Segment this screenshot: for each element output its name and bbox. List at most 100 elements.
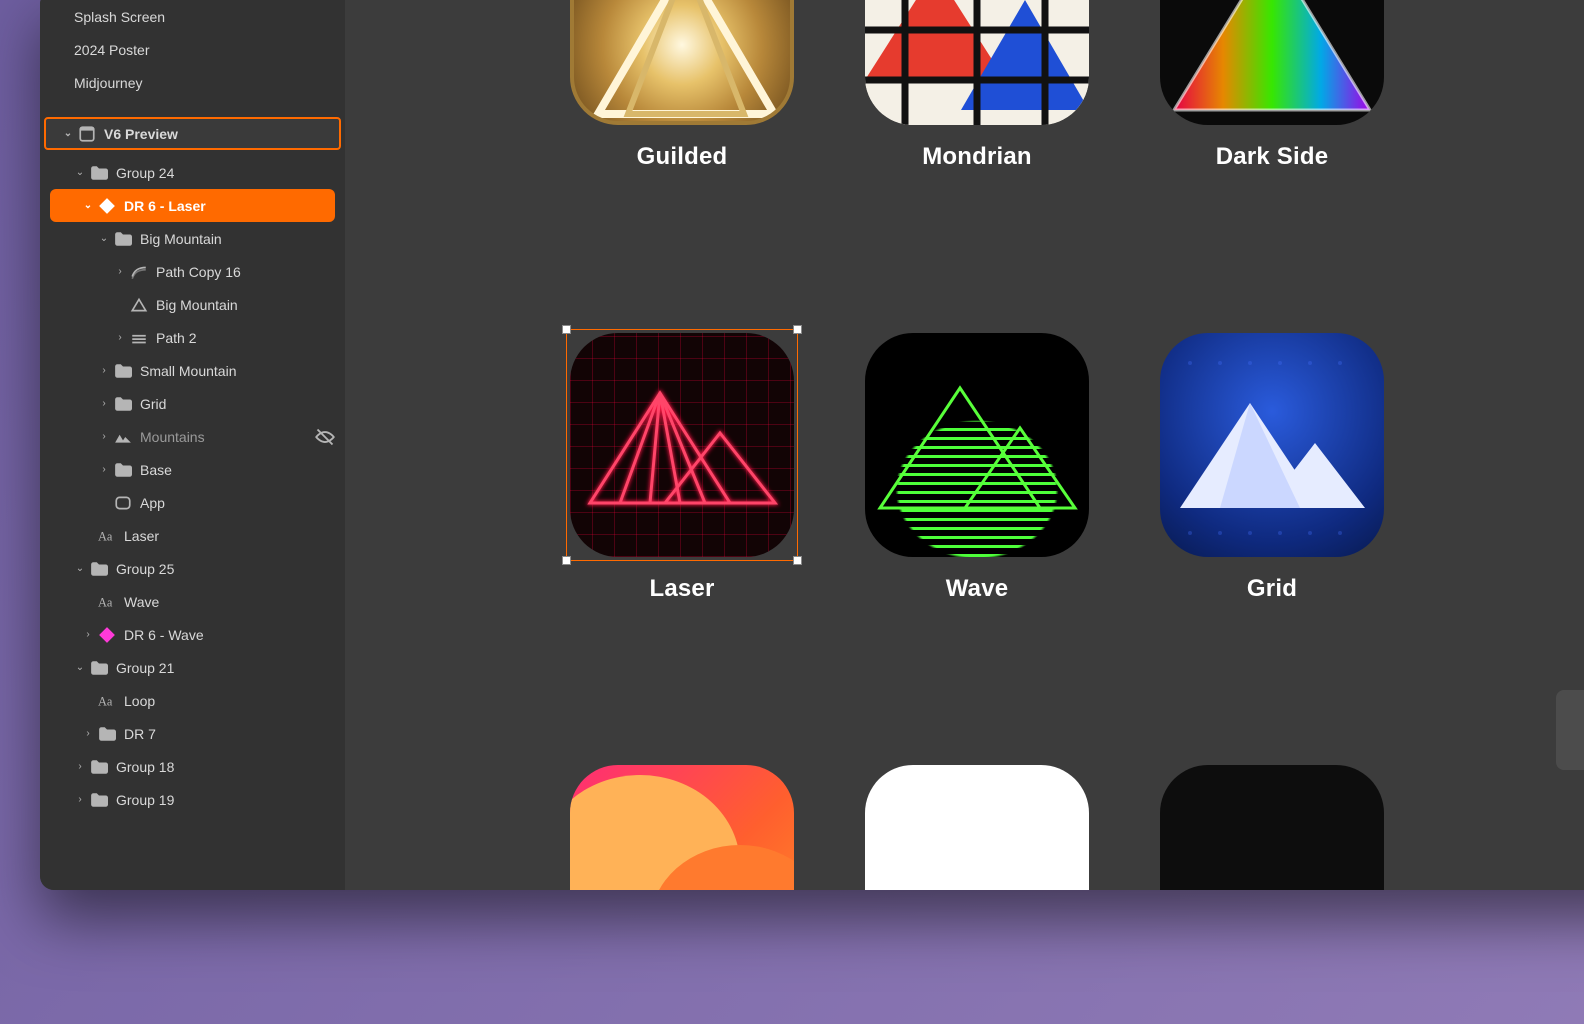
sidebar-item-path-copy-16[interactable]: › Path Copy 16: [40, 255, 345, 288]
folder-icon: [90, 791, 108, 809]
layers-sidebar[interactable]: Splash Screen 2024 Poster Midjourney ⌄ V…: [40, 0, 345, 890]
canvas[interactable]: Guilded Mondrian: [345, 0, 1584, 890]
sidebar-item-label: Group 24: [116, 165, 335, 181]
sidebar-item-label: Group 25: [116, 561, 335, 577]
chevron-right-icon: ›: [114, 266, 126, 277]
visibility-hidden-icon[interactable]: [315, 427, 335, 447]
sidebar-item-group-18[interactable]: › Group 18: [40, 750, 345, 783]
diamond-icon: [98, 197, 116, 215]
chevron-right-icon: ›: [74, 761, 86, 772]
artboard-dark-side[interactable]: [1160, 0, 1384, 125]
sidebar-item-mountains[interactable]: › Mountains: [40, 420, 345, 453]
chevron-down-icon: ⌄: [98, 233, 110, 244]
selection-handle-se[interactable]: [793, 556, 802, 565]
sidebar-item-path-2[interactable]: › Path 2: [40, 321, 345, 354]
sidebar-item-midjourney[interactable]: Midjourney: [40, 66, 345, 99]
artboard-grid[interactable]: [1160, 333, 1384, 557]
app-window: Splash Screen 2024 Poster Midjourney ⌄ V…: [40, 0, 1584, 890]
tile-grid[interactable]: Grid: [1160, 333, 1384, 603]
sidebar-item-grid[interactable]: › Grid: [40, 387, 345, 420]
sidebar-item-group-24[interactable]: ⌄ Group 24: [40, 156, 345, 189]
sidebar-item-dr7[interactable]: › DR 7: [40, 717, 345, 750]
tile-wave[interactable]: Wave: [865, 333, 1089, 603]
tile-black[interactable]: [1160, 765, 1384, 890]
sidebar-item-label: Path 2: [156, 330, 335, 346]
path-icon: [130, 263, 148, 281]
artboard-laser[interactable]: [570, 333, 794, 557]
artboard-wave[interactable]: [865, 333, 1089, 557]
chevron-right-icon: ›: [82, 728, 94, 739]
sidebar-item-label: Group 18: [116, 759, 335, 775]
sidebar-item-2024-poster[interactable]: 2024 Poster: [40, 33, 345, 66]
artboard-black[interactable]: [1160, 765, 1384, 890]
folder-icon: [114, 461, 132, 479]
chevron-right-icon: ›: [82, 629, 94, 640]
folder-icon: [90, 758, 108, 776]
sidebar-item-label: DR 7: [124, 726, 335, 742]
sidebar-item-label: Laser: [124, 528, 335, 544]
sidebar-item-splash-screen[interactable]: Splash Screen: [40, 0, 345, 33]
tile-laser[interactable]: Laser: [570, 333, 794, 603]
chevron-right-icon: ›: [98, 464, 110, 475]
artboard-guilded[interactable]: [570, 0, 794, 125]
text-icon: [98, 527, 116, 545]
chevron-down-icon: ⌄: [74, 563, 86, 574]
rect-icon: [114, 494, 132, 512]
folder-icon: [114, 395, 132, 413]
diamond-icon: [98, 626, 116, 644]
folder-icon: [114, 362, 132, 380]
sidebar-item-label: Wave: [124, 594, 335, 610]
chevron-down-icon: ⌄: [74, 662, 86, 673]
sidebar-item-big-mountain-group[interactable]: ⌄ Big Mountain: [40, 222, 345, 255]
artboard-white[interactable]: [865, 765, 1089, 890]
sidebar-item-label: DR 6 - Laser: [124, 198, 325, 214]
tile-loop[interactable]: [570, 765, 794, 890]
sidebar-item-group-25[interactable]: ⌄ Group 25: [40, 552, 345, 585]
tile-dark-side[interactable]: Dark Side: [1160, 0, 1384, 171]
sidebar-item-label: 2024 Poster: [74, 42, 335, 58]
sidebar-item-dr6-wave[interactable]: › DR 6 - Wave: [40, 618, 345, 651]
tile-caption: Laser: [570, 575, 794, 603]
chevron-right-icon: ›: [98, 398, 110, 409]
sidebar-item-group-19[interactable]: › Group 19: [40, 783, 345, 816]
folder-icon: [90, 659, 108, 677]
selection-handle-ne[interactable]: [793, 325, 802, 334]
sidebar-item-label: Splash Screen: [74, 9, 335, 25]
tile-white[interactable]: [865, 765, 1089, 890]
sidebar-item-wave-text[interactable]: › Wave: [40, 585, 345, 618]
sidebar-item-app[interactable]: › App: [40, 486, 345, 519]
sidebar-item-label: Group 21: [116, 660, 335, 676]
sidebar-item-label: Midjourney: [74, 75, 335, 91]
artboard-mondrian[interactable]: [865, 0, 1089, 125]
chevron-right-icon: ›: [74, 794, 86, 805]
sidebar-item-small-mountain[interactable]: › Small Mountain: [40, 354, 345, 387]
folder-icon: [90, 164, 108, 182]
artboard-icon: [78, 125, 96, 143]
sidebar-item-laser-text[interactable]: › Laser: [40, 519, 345, 552]
tile-caption: Grid: [1160, 575, 1384, 603]
sidebar-item-label: DR 6 - Wave: [124, 627, 335, 643]
edge-panel-button[interactable]: [1556, 690, 1584, 770]
sidebar-item-label: App: [140, 495, 335, 511]
triangle-icon: [130, 296, 148, 314]
folder-icon: [114, 230, 132, 248]
tile-guilded[interactable]: Guilded: [570, 0, 794, 171]
tile-caption: Dark Side: [1160, 143, 1384, 171]
sidebar-section-label: V6 Preview: [104, 126, 329, 142]
sidebar-item-base[interactable]: › Base: [40, 453, 345, 486]
sidebar-section-v6-preview[interactable]: ⌄ V6 Preview: [44, 117, 341, 150]
tile-mondrian[interactable]: Mondrian: [865, 0, 1089, 171]
sidebar-item-loop-text[interactable]: › Loop: [40, 684, 345, 717]
chevron-down-icon: ⌄: [74, 167, 86, 178]
artboard-loop[interactable]: [570, 765, 794, 890]
chevron-down-icon: ⌄: [82, 200, 94, 211]
chevron-right-icon: ›: [98, 365, 110, 376]
text-icon: [98, 593, 116, 611]
folder-icon: [98, 725, 116, 743]
text-icon: [98, 692, 116, 710]
sidebar-item-big-mountain[interactable]: › Big Mountain: [40, 288, 345, 321]
sidebar-item-label: Big Mountain: [140, 231, 335, 247]
sidebar-item-dr6-laser[interactable]: ⌄ DR 6 - Laser: [50, 189, 335, 222]
sidebar-item-group-21[interactable]: ⌄ Group 21: [40, 651, 345, 684]
sidebar-item-label: Base: [140, 462, 335, 478]
